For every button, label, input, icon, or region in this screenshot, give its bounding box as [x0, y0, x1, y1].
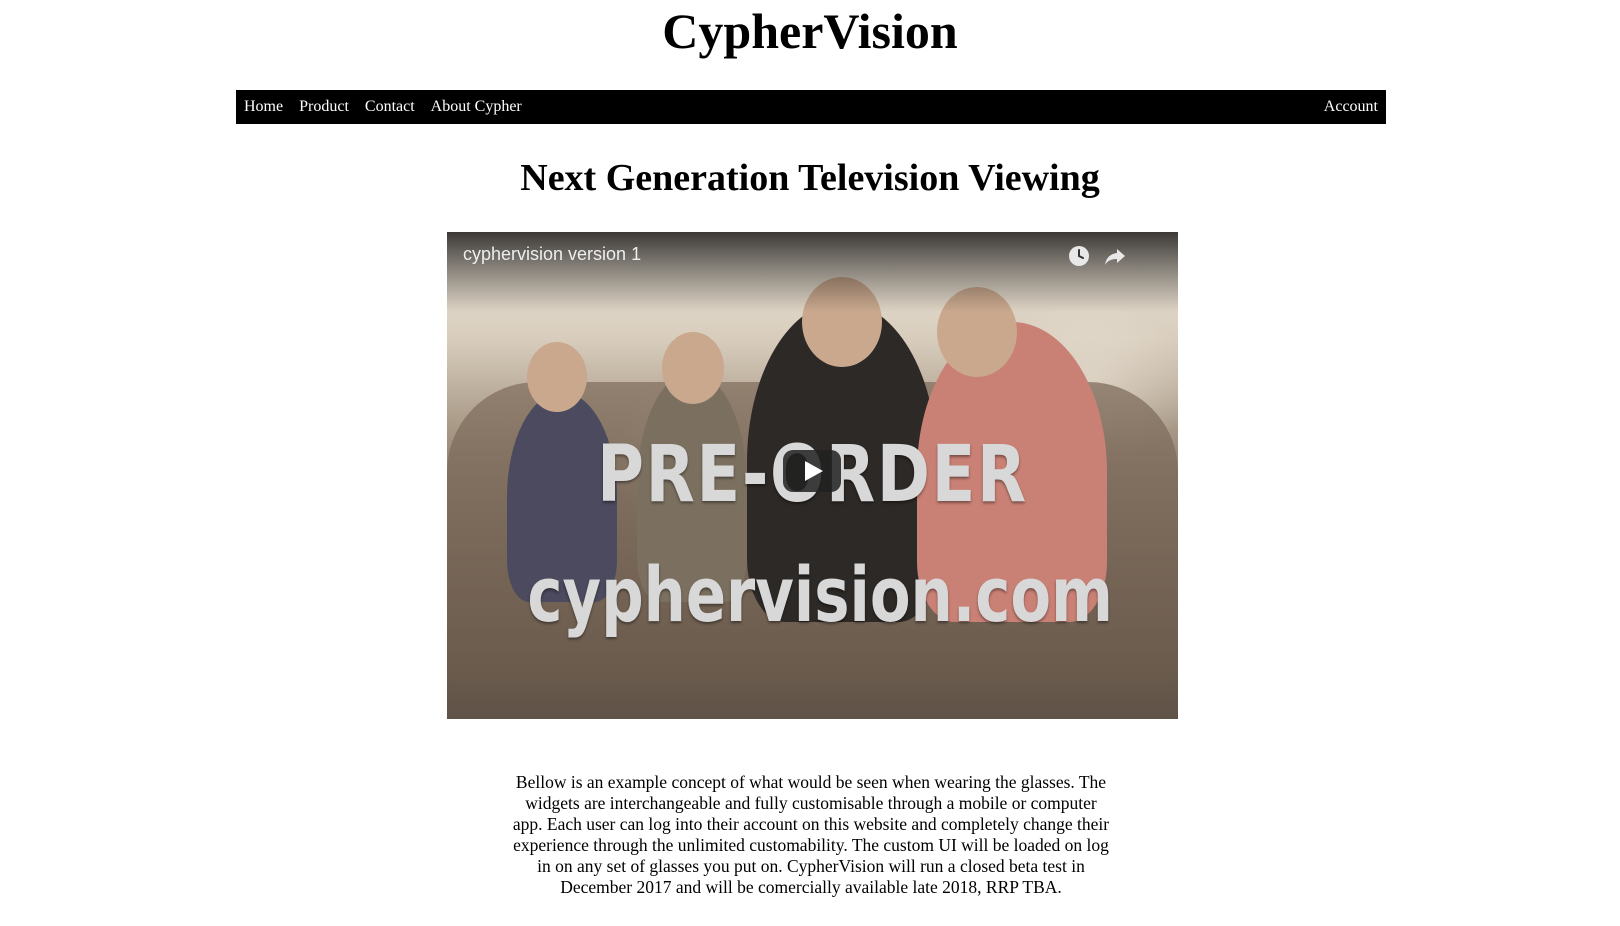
nav-account-link[interactable]: Account: [1324, 98, 1378, 115]
nav-links: Home Product Contact About Cypher: [244, 98, 522, 116]
video-topbar: cyphervision version 1: [447, 232, 1178, 312]
video-overlay-url: cyphervision.com: [527, 550, 1113, 639]
play-button[interactable]: [783, 450, 841, 492]
video-player[interactable]: PRE-ORDER cyphervision.com cyphervision …: [447, 232, 1178, 719]
thumbnail-head: [527, 342, 587, 412]
site-title: CypherVision: [662, 3, 958, 59]
share-icon[interactable]: [1103, 244, 1127, 268]
nav-home-link[interactable]: Home: [244, 98, 283, 116]
product-description: Bellow is an example concept of what wou…: [512, 772, 1110, 897]
clock-icon[interactable]: [1067, 244, 1091, 268]
nav-right: Account: [1324, 98, 1378, 116]
nav-about-link[interactable]: About Cypher: [431, 98, 522, 116]
page-headline: Next Generation Television Viewing: [520, 157, 1100, 199]
page: CypherVision Home Product Contact About …: [0, 0, 1620, 926]
play-icon: [805, 461, 823, 481]
nav-product-link[interactable]: Product: [299, 98, 349, 116]
video-title[interactable]: cyphervision version 1: [463, 244, 641, 265]
thumbnail-head: [662, 332, 724, 404]
navbar: Home Product Contact About Cypher Accoun…: [236, 90, 1386, 124]
nav-contact-link[interactable]: Contact: [365, 98, 415, 116]
